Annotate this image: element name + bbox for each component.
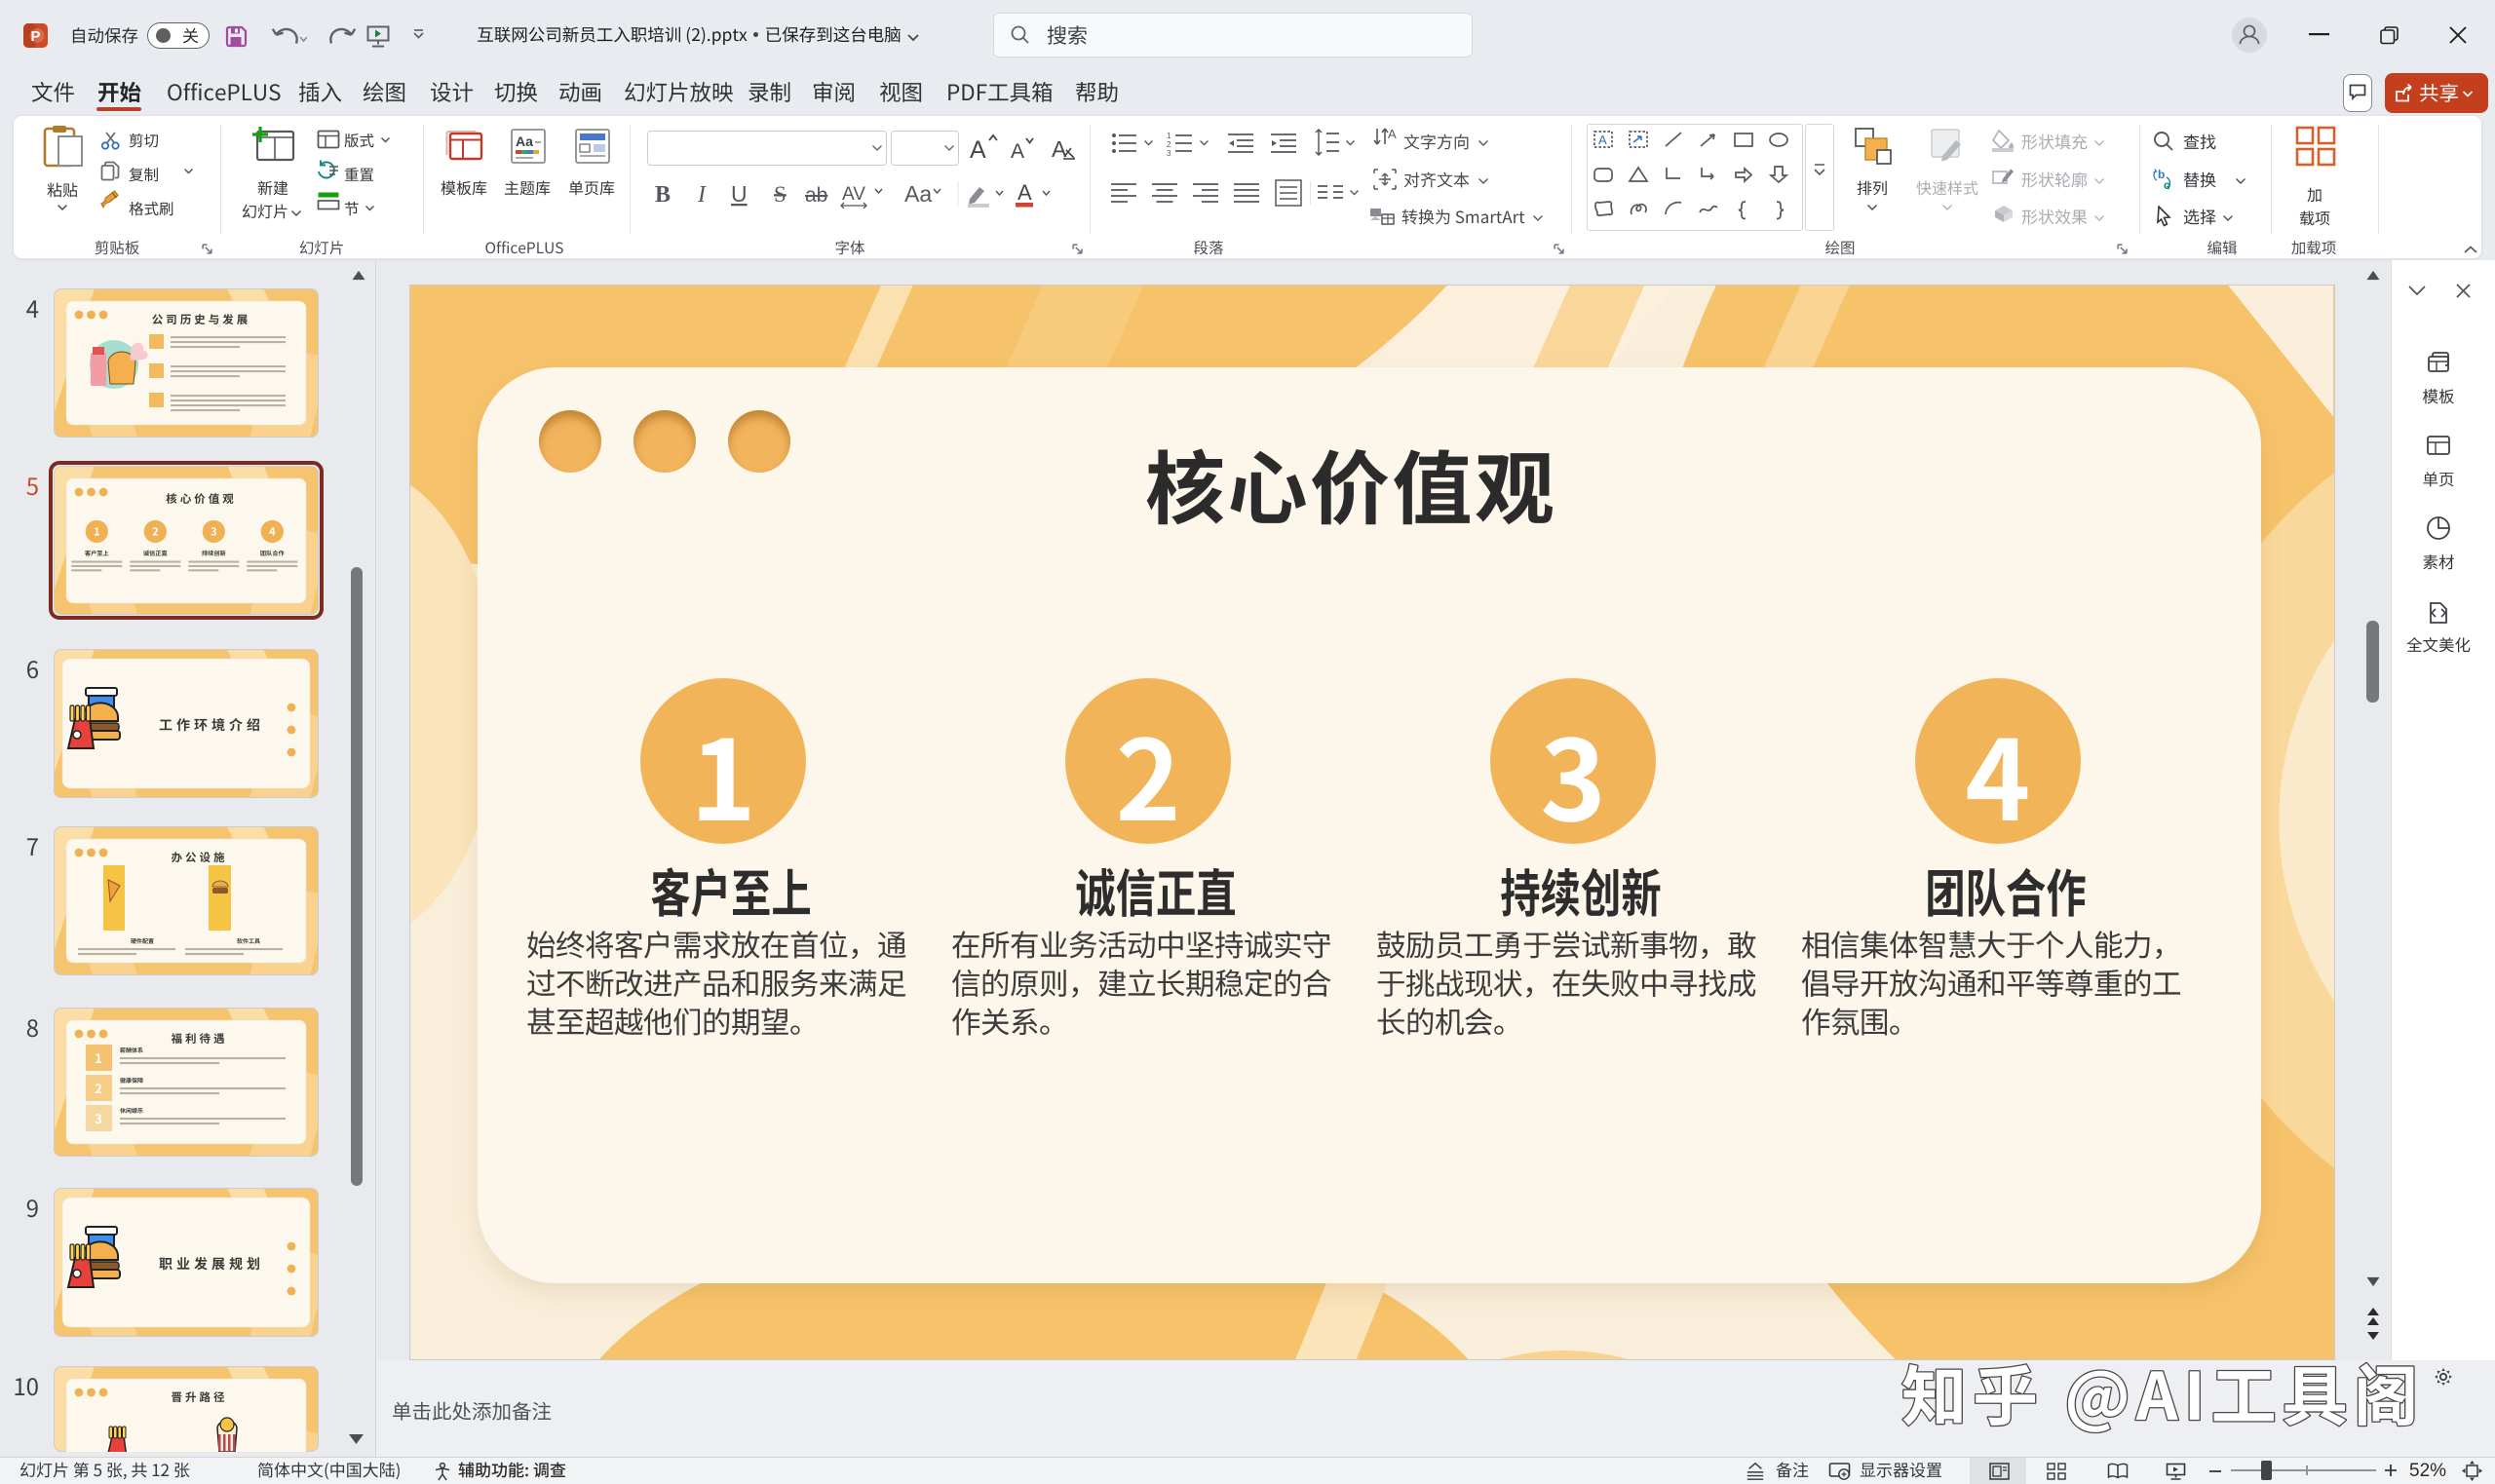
svg-text:B: B xyxy=(655,182,671,208)
svg-text:1: 1 xyxy=(1167,132,1171,140)
svg-text:A: A xyxy=(1598,133,1607,147)
svg-text:S: S xyxy=(774,182,787,207)
svg-text:2: 2 xyxy=(1167,140,1171,149)
svg-text:A: A xyxy=(1017,180,1032,205)
svg-text:A: A xyxy=(1011,140,1024,163)
svg-text:A: A xyxy=(1388,127,1397,141)
svg-text:ab: ab xyxy=(805,184,827,207)
svg-text:U: U xyxy=(731,181,748,207)
svg-text:I: I xyxy=(697,182,707,208)
svg-text:52%: 52% xyxy=(2409,1461,2446,1481)
svg-text:A: A xyxy=(970,136,986,164)
svg-text:A: A xyxy=(1052,136,1067,162)
svg-text:Aa: Aa xyxy=(516,133,533,149)
svg-text:P: P xyxy=(30,28,40,45)
svg-text:3: 3 xyxy=(1167,149,1171,156)
svg-text:Aa: Aa xyxy=(904,181,932,207)
svg-text:AV: AV xyxy=(842,184,865,205)
